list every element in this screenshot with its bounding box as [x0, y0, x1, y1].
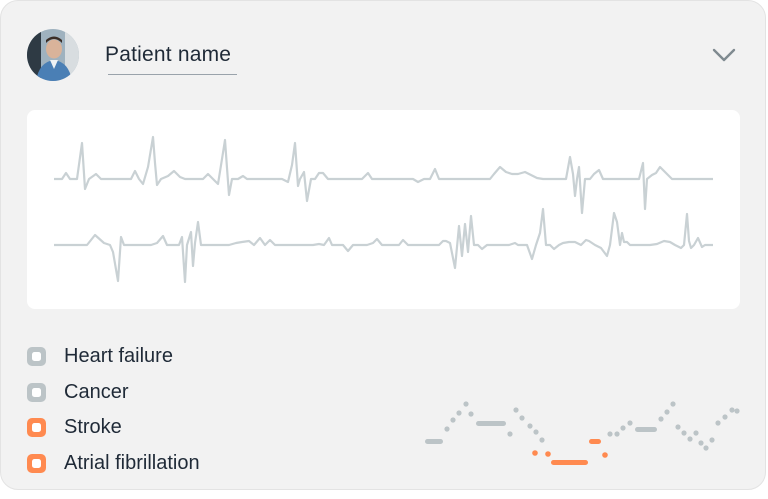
conditions-legend: Heart failure Cancer Stroke Atrial fibri…: [27, 339, 200, 481]
legend-label: Cancer: [64, 380, 129, 403]
patient-card: Patient name Heart failure Cancer Stroke…: [0, 0, 766, 490]
orange-event-markers: [532, 439, 608, 465]
patient-name[interactable]: Patient name: [105, 43, 231, 67]
gray-event-markers: [425, 401, 740, 451]
legend-item-cancer[interactable]: Cancer: [27, 375, 200, 411]
stroke-checkbox[interactable]: [27, 418, 46, 438]
atrial-fibrillation-checkbox[interactable]: [27, 453, 46, 473]
heart-failure-checkbox[interactable]: [27, 347, 46, 367]
legend-label: Stroke: [64, 416, 122, 439]
cancer-checkbox[interactable]: [27, 382, 46, 402]
patient-avatar: [27, 29, 79, 81]
legend-label: Atrial fibrillation: [64, 451, 200, 474]
legend-label: Heart failure: [64, 345, 173, 368]
patient-name-underline: [108, 74, 237, 75]
ecg-trace-1: [54, 135, 713, 215]
legend-item-stroke[interactable]: Stroke: [27, 410, 200, 446]
chevron-down-icon[interactable]: [711, 45, 737, 65]
ecg-panel: [27, 110, 740, 309]
ecg-trace-2: [54, 207, 713, 284]
event-timeline: [421, 396, 751, 476]
legend-item-heart-failure[interactable]: Heart failure: [27, 339, 200, 375]
legend-item-atrial-fibrillation[interactable]: Atrial fibrillation: [27, 446, 200, 482]
